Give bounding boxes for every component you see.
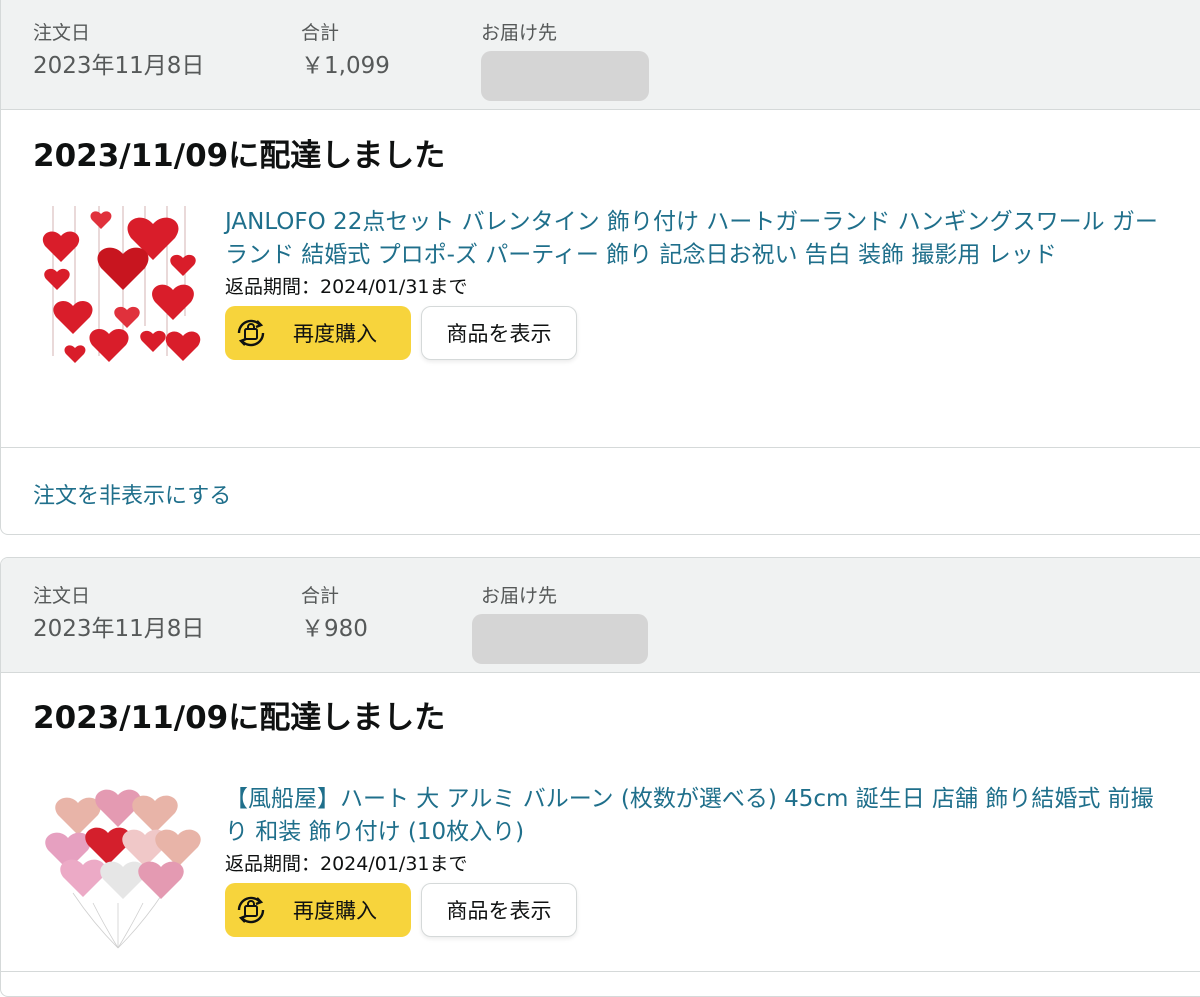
redacted-recipient[interactable] — [472, 614, 648, 664]
reorder-icon — [237, 319, 265, 347]
order-date-column: 注文日 2023年11月8日 — [33, 584, 204, 644]
delivery-status: 2023/11/09に配達しました — [33, 700, 446, 736]
order-total-column: 合計 ￥1,099 — [301, 21, 390, 81]
buy-again-button[interactable]: 再度購入 — [225, 883, 411, 937]
order-date-label: 注文日 — [33, 585, 91, 607]
item-details: JANLOFO 22点セット バレンタイン 飾り付け ハートガーランド ハンギン… — [225, 206, 1165, 360]
order-total-value: ￥980 — [301, 616, 368, 642]
return-window: 返品期間：2024/01/31まで — [225, 276, 468, 298]
order-card: 注文日 2023年11月8日 合計 ￥1,099 お届け先 2023/11/09… — [0, 0, 1200, 535]
buy-again-label: 再度購入 — [293, 322, 377, 346]
heart-garland-image[interactable] — [33, 206, 203, 376]
order-header: 注文日 2023年11月8日 合計 ￥980 お届け先 — [1, 558, 1200, 673]
ship-to-label: お届け先 — [481, 585, 558, 607]
ship-to-column: お届け先 — [481, 21, 649, 101]
reorder-icon — [237, 896, 265, 924]
divider — [1, 971, 1200, 972]
hide-order-bar: 注文を非表示にする — [1, 447, 1200, 534]
item-actions: 再度購入 商品を表示 — [225, 306, 1165, 360]
order-total-column: 合計 ￥980 — [301, 584, 368, 644]
redacted-recipient[interactable] — [481, 51, 649, 101]
item-actions: 再度購入 商品を表示 — [225, 883, 1165, 937]
product-title-link[interactable]: 【風船屋】ハート 大 アルミ バルーン (枚数が選べる) 45cm 誕生日 店舗… — [225, 783, 1165, 849]
hide-order-link[interactable]: 注文を非表示にする — [33, 478, 231, 510]
order-date-value: 2023年11月8日 — [33, 53, 205, 79]
return-window: 返品期間：2024/01/31まで — [225, 853, 468, 875]
order-total-label: 合計 — [301, 22, 340, 44]
order-total-label: 合計 — [301, 585, 340, 607]
view-item-label: 商品を表示 — [446, 899, 552, 923]
item-details: 【風船屋】ハート 大 アルミ バルーン (枚数が選べる) 45cm 誕生日 店舗… — [225, 783, 1165, 937]
buy-again-button[interactable]: 再度購入 — [225, 306, 411, 360]
heart-balloons-image[interactable] — [33, 783, 203, 953]
buy-again-label: 再度購入 — [293, 899, 377, 923]
view-item-button[interactable]: 商品を表示 — [421, 306, 577, 360]
ship-to-column: お届け先 — [472, 584, 648, 664]
order-card: 注文日 2023年11月8日 合計 ￥980 お届け先 2023/11/09に配… — [0, 557, 1200, 997]
product-title-link[interactable]: JANLOFO 22点セット バレンタイン 飾り付け ハートガーランド ハンギン… — [225, 206, 1165, 272]
order-header: 注文日 2023年11月8日 合計 ￥1,099 お届け先 — [1, 0, 1200, 110]
order-total-value: ￥1,099 — [301, 53, 390, 79]
view-item-button[interactable]: 商品を表示 — [421, 883, 577, 937]
order-date-column: 注文日 2023年11月8日 — [33, 21, 204, 81]
delivery-status: 2023/11/09に配達しました — [33, 138, 446, 174]
view-item-label: 商品を表示 — [446, 322, 552, 346]
order-date-value: 2023年11月8日 — [33, 616, 205, 642]
ship-to-label: お届け先 — [481, 22, 558, 44]
order-date-label: 注文日 — [33, 22, 91, 44]
